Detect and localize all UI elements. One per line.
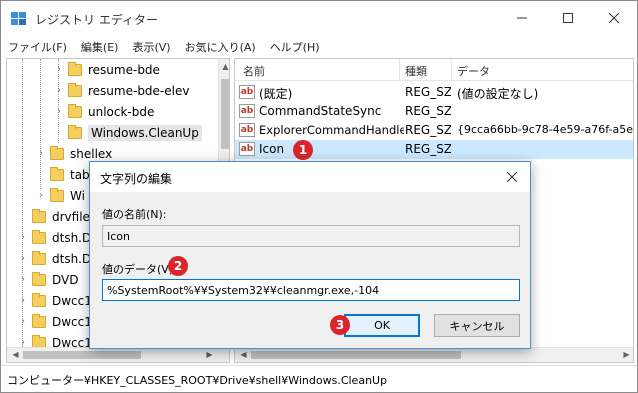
minimize-button[interactable] (499, 1, 545, 35)
menu-view[interactable]: 表示(V) (125, 37, 177, 57)
tree-item[interactable]: › Dwcc1 (17, 311, 92, 332)
folder-icon (68, 61, 82, 76)
chevron-right-icon[interactable]: › (53, 106, 65, 117)
tree-item[interactable]: › resume-bde (53, 59, 160, 80)
value-data-input[interactable]: %SystemRoot%¥¥System32¥¥cleanmgr.exe,-10… (102, 279, 520, 301)
cancel-button[interactable]: キャンセル (434, 314, 520, 337)
scroll-right-icon[interactable]: ▶ (620, 350, 633, 359)
folder-icon (32, 271, 46, 286)
close-icon (507, 172, 517, 182)
folder-icon (50, 145, 64, 160)
step-badge-1: 1 (293, 140, 313, 160)
tree-item[interactable]: › dtsh.D (17, 248, 91, 269)
status-path: コンピューター¥HKEY_CLASSES_ROOT¥Drive¥shell¥Wi… (7, 374, 388, 387)
maximize-button[interactable] (545, 1, 591, 35)
scroll-corner (218, 347, 229, 362)
window-title: レジストリ エディター (35, 13, 158, 27)
chevron-right-icon[interactable]: › (17, 253, 29, 264)
string-value-icon: ab (239, 85, 255, 99)
list-header: 名前 種類 データ (235, 59, 633, 81)
close-button[interactable] (591, 1, 637, 35)
tree-item[interactable]: drvfile (17, 206, 90, 227)
list-horizontal-scrollbar[interactable]: ◀ ▶ (235, 347, 633, 362)
title-bar: レジストリ エディター (1, 1, 637, 35)
dialog-close-button[interactable] (502, 169, 522, 185)
registry-editor-window: レジストリ エディター ファイル(F) 編集(E) 表示(V) お気に入り(A)… (0, 0, 638, 393)
scroll-thumb[interactable] (221, 79, 229, 149)
menu-bar: ファイル(F) 編集(E) 表示(V) お気に入り(A) ヘルプ(H) (1, 37, 637, 57)
scroll-right-icon[interactable]: ▶ (203, 350, 216, 359)
value-name-label: 値の名前(N): (102, 208, 167, 221)
list-row[interactable]: ab (既定) REG_SZ (値の設定なし) (235, 83, 633, 102)
folder-icon (32, 229, 46, 244)
chevron-right-icon[interactable]: › (35, 148, 47, 159)
ok-button[interactable]: OK (344, 314, 420, 337)
status-bar: コンピューター¥HKEY_CLASSES_ROOT¥Drive¥shell¥Wi… (1, 365, 637, 392)
tree-item[interactable]: › dtsh.D (17, 227, 91, 248)
chevron-right-icon[interactable]: › (35, 190, 47, 201)
scroll-thumb[interactable] (251, 351, 461, 359)
tree-item[interactable]: › Wi (35, 185, 85, 206)
string-value-icon: ab (239, 142, 255, 156)
chevron-right-icon[interactable]: › (53, 85, 65, 96)
scroll-up-icon[interactable]: ▲ (219, 62, 229, 71)
chevron-right-icon[interactable]: › (17, 295, 29, 306)
scroll-thumb[interactable] (23, 351, 141, 359)
chevron-right-icon[interactable]: › (53, 64, 65, 75)
folder-icon (32, 208, 46, 223)
tree-item[interactable]: › DVD (17, 269, 78, 290)
chevron-right-icon[interactable]: › (17, 274, 29, 285)
close-icon (609, 13, 619, 23)
dialog-title-bar: 文字列の編集 (90, 162, 530, 192)
string-value-icon: ab (239, 123, 255, 137)
string-value-icon: ab (239, 104, 255, 118)
tree-item[interactable]: › Dwcc1 (17, 290, 92, 311)
scroll-left-icon[interactable]: ◀ (9, 350, 22, 359)
list-row[interactable]: ab CommandStateSync REG_SZ (235, 102, 633, 121)
chevron-right-icon[interactable]: › (17, 232, 29, 243)
tree-item-selected[interactable]: Windows.CleanUp (53, 122, 202, 143)
maximize-icon (563, 13, 573, 23)
tree-horizontal-scrollbar[interactable]: ◀ ▶ (7, 347, 218, 362)
menu-edit[interactable]: 編集(E) (74, 37, 126, 57)
menu-help[interactable]: ヘルプ(H) (263, 37, 327, 57)
step-badge-2: 2 (168, 256, 188, 276)
chevron-right-icon[interactable]: › (17, 316, 29, 327)
minimize-icon (517, 17, 527, 19)
folder-icon (32, 292, 46, 307)
value-name-field: Icon (102, 225, 520, 247)
folder-icon (50, 166, 64, 181)
edit-string-dialog: 文字列の編集 値の名前(N): Icon 値のデータ(V): %SystemRo… (89, 161, 531, 349)
scroll-left-icon[interactable]: ◀ (237, 350, 250, 359)
folder-icon (68, 124, 82, 139)
tree-item[interactable]: › unlock-bde (53, 101, 154, 122)
folder-icon (32, 250, 46, 265)
column-name[interactable]: 名前 (243, 63, 265, 79)
regedit-icon (11, 12, 26, 25)
value-data-label: 値のデータ(V): (102, 263, 177, 276)
dialog-title: 文字列の編集 (100, 172, 173, 186)
folder-icon (50, 187, 64, 202)
column-data[interactable]: データ (457, 63, 490, 79)
menu-file[interactable]: ファイル(F) (1, 37, 74, 57)
folder-icon (68, 103, 82, 118)
step-badge-3: 3 (330, 315, 350, 335)
tree-item[interactable]: › resume-bde-elev (53, 80, 189, 101)
list-row[interactable]: ab ExplorerCommandHandler REG_SZ {9cca66… (235, 121, 633, 140)
folder-icon (32, 313, 46, 328)
menu-favorites[interactable]: お気に入り(A) (178, 37, 263, 57)
folder-icon (68, 82, 82, 97)
column-type[interactable]: 種類 (405, 63, 427, 79)
